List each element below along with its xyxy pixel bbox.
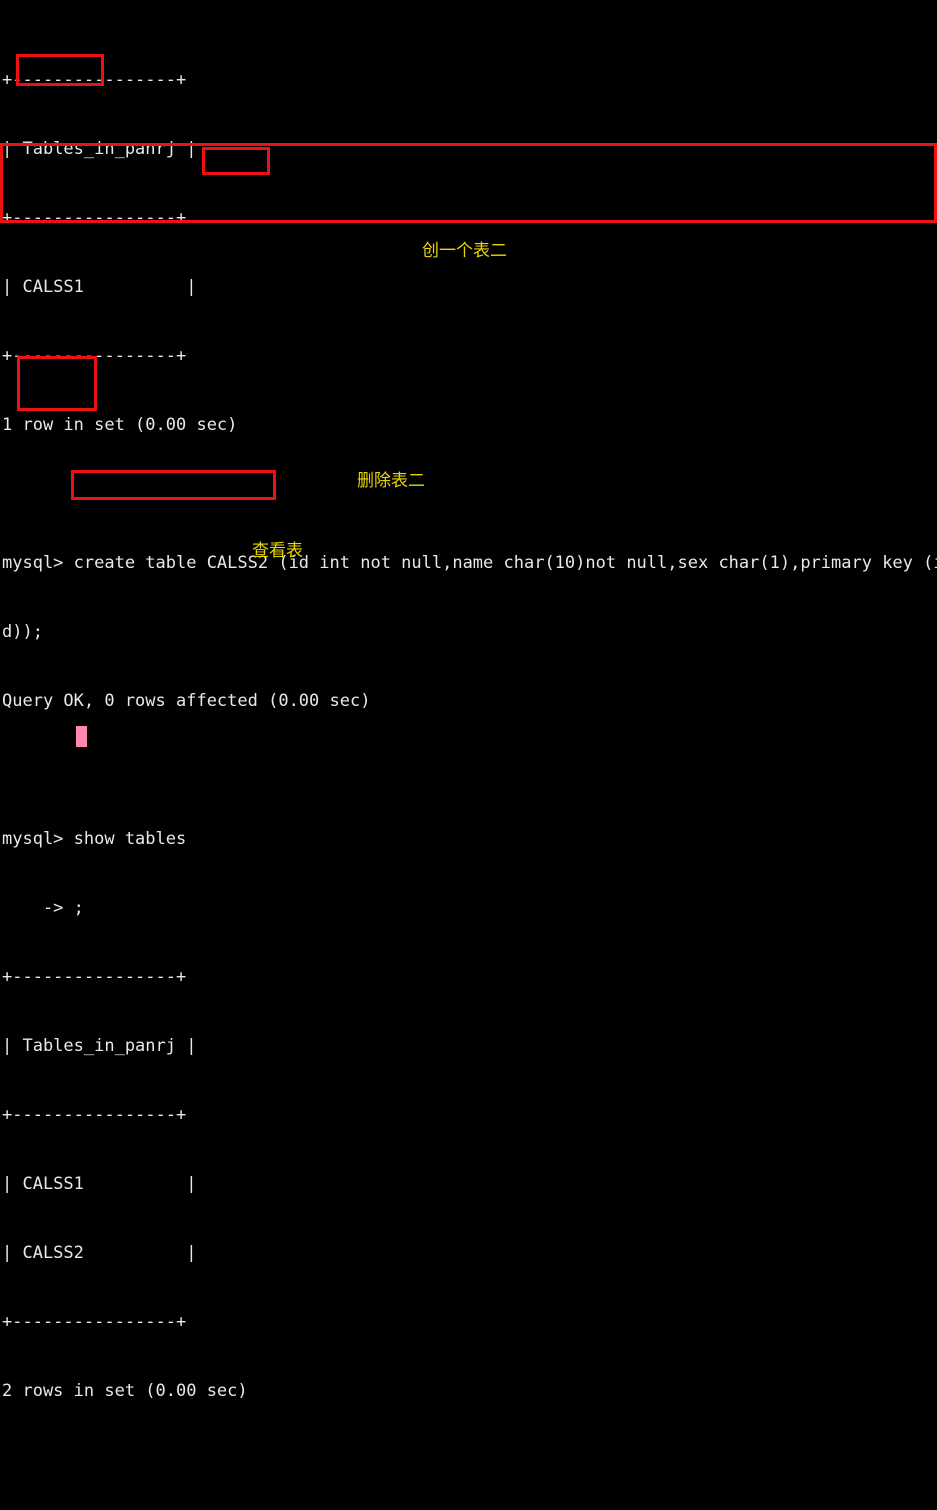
terminal-line: 2 rows in set (0.00 sec): [2, 1381, 248, 1401]
terminal-line-continuation: -> ;: [2, 898, 84, 918]
terminal-line: | CALSS1 |: [2, 1174, 197, 1194]
terminal-line: +----------------+: [2, 346, 187, 366]
terminal-line-show-tables: mysql> show tables: [2, 829, 187, 849]
terminal-line-create-table-wrap: d));: [2, 622, 43, 642]
annotation-drop-table-two: 删除表二: [357, 471, 425, 491]
annotation-create-table-two: 创一个表二: [422, 241, 507, 261]
terminal-line: +----------------+: [2, 967, 187, 987]
terminal-line: | Tables_in_panrj |: [2, 1036, 197, 1056]
terminal-line: 1 row in set (0.00 sec): [2, 415, 238, 435]
annotation-show-tables: 查看表: [252, 541, 303, 561]
terminal-output: +----------------+ | Tables_in_panrj | +…: [0, 0, 937, 1401]
terminal-line: +----------------+: [2, 208, 187, 228]
terminal-line: | Tables_in_panrj |: [2, 139, 197, 159]
terminal-line: | CALSS1 |: [2, 277, 197, 297]
terminal-line-create-table: mysql> create table CALSS2 (id int not n…: [2, 553, 937, 573]
text-cursor: [76, 726, 87, 747]
terminal-line: +----------------+: [2, 70, 187, 90]
terminal-line: Query OK, 0 rows affected (0.00 sec): [2, 691, 371, 711]
terminal-line: +----------------+: [2, 1312, 187, 1332]
terminal-line: +----------------+: [2, 1105, 187, 1125]
terminal-line: | CALSS2 |: [2, 1243, 197, 1263]
